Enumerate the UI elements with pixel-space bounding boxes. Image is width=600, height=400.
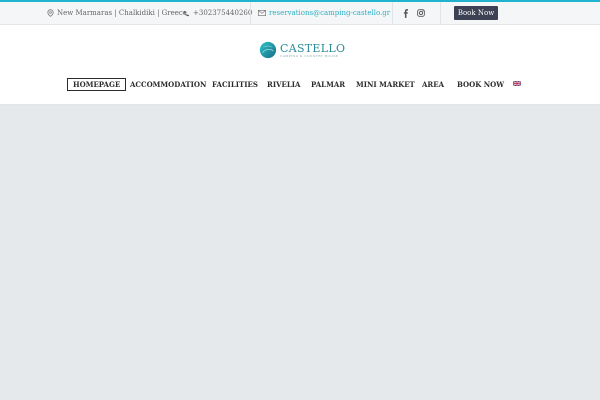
logo-tagline: CAMPING & COUNTRY HOUSE xyxy=(280,53,339,58)
phone-icon xyxy=(183,10,190,16)
nav-rivelia[interactable]: RIVELIA xyxy=(267,78,301,91)
divider xyxy=(392,2,393,24)
hero-area xyxy=(0,105,600,400)
nav-mini-market[interactable]: MINI MARKET xyxy=(356,78,415,91)
logo-mark-icon xyxy=(259,41,277,59)
logo-name: CASTELLO xyxy=(280,41,346,55)
email-link[interactable]: reservations@camping-castello.gr xyxy=(269,9,390,17)
phone-text[interactable]: +302375440260 xyxy=(193,9,252,17)
email-item[interactable]: reservations@camping-castello.gr xyxy=(258,2,390,24)
address-text: New Marmaras | Chalkidiki | Greece xyxy=(57,9,187,17)
book-now-button[interactable]: Book Now xyxy=(454,6,498,20)
main-nav: HOMEPAGE ACCOMMODATION FACILITIES RIVELI… xyxy=(0,78,600,91)
nav-area[interactable]: AREA xyxy=(422,78,444,91)
nav-facilities[interactable]: FACILITIES xyxy=(212,78,258,91)
nav-homepage[interactable]: HOMEPAGE xyxy=(67,78,127,91)
nav-palmar[interactable]: PALMAR xyxy=(311,78,345,91)
divider xyxy=(250,2,251,24)
nav-accommodation[interactable]: ACCOMMODATION xyxy=(130,78,206,91)
map-pin-icon xyxy=(47,9,54,17)
address-item: New Marmaras | Chalkidiki | Greece xyxy=(47,2,187,24)
social-links xyxy=(403,2,425,24)
site-logo[interactable]: CASTELLO CAMPING & COUNTRY HOUSE xyxy=(259,41,345,59)
facebook-icon[interactable] xyxy=(403,8,409,18)
phone-item[interactable]: +302375440260 xyxy=(183,2,252,24)
instagram-icon[interactable] xyxy=(417,9,425,17)
site-header: CASTELLO CAMPING & COUNTRY HOUSE HOMEPAG… xyxy=(0,25,600,105)
divider xyxy=(440,2,441,24)
nav-book-now[interactable]: BOOK NOW xyxy=(457,78,504,91)
top-bar: New Marmaras | Chalkidiki | Greece +3023… xyxy=(0,2,600,25)
uk-flag-icon[interactable] xyxy=(513,81,521,86)
envelope-icon xyxy=(258,10,266,16)
